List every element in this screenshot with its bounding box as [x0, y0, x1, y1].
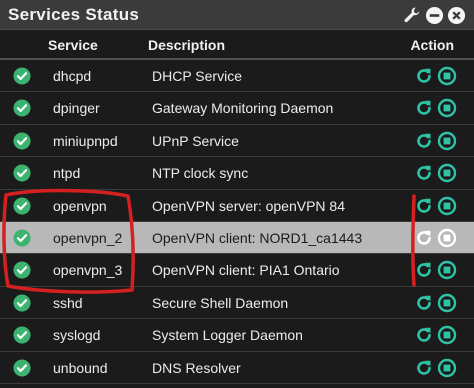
stop-icon[interactable]: [437, 293, 457, 313]
service-row-dhcpd: dhcpd DHCP Service: [0, 60, 474, 93]
service-actions: [414, 66, 457, 86]
service-row-openvpn_3: openvpn_3 OpenVPN client: PIA1 Ontario: [0, 254, 474, 287]
stop-icon[interactable]: [437, 163, 457, 183]
restart-icon[interactable]: [414, 228, 434, 248]
check-circle-icon: [13, 326, 31, 344]
service-row-openvpn: openvpn OpenVPN server: openVPN 84: [0, 190, 474, 222]
services-status-widget: Services Status Service Description Acti…: [0, 0, 474, 388]
service-description: Secure Shell Daemon: [152, 294, 289, 311]
column-header-service: Service: [48, 37, 98, 53]
service-name: unbound: [53, 359, 108, 376]
service-actions: [414, 293, 457, 313]
stop-icon[interactable]: [437, 228, 457, 248]
stop-icon[interactable]: [437, 358, 457, 378]
service-name: sshd: [53, 294, 83, 311]
check-circle-icon: [13, 99, 31, 117]
column-header-action: Action: [410, 37, 454, 53]
service-description: System Logger Daemon: [152, 327, 303, 344]
service-name: openvpn_3: [53, 262, 123, 279]
close-circle-icon[interactable]: [447, 6, 466, 25]
service-actions: [414, 358, 457, 378]
service-description: Gateway Monitoring Daemon: [152, 100, 334, 117]
service-actions: [414, 260, 457, 280]
service-actions: [414, 196, 457, 216]
restart-icon[interactable]: [414, 293, 434, 313]
stop-icon[interactable]: [437, 325, 457, 345]
service-row-ntpd: ntpd NTP clock sync: [0, 157, 474, 190]
check-circle-icon: [13, 229, 31, 247]
service-row-unbound: unbound DNS Resolver: [0, 352, 474, 384]
service-name: openvpn_2: [53, 229, 123, 246]
widget-title: Services Status: [8, 5, 140, 24]
check-circle-icon: [13, 132, 31, 150]
service-description: DNS Resolver: [152, 359, 241, 376]
restart-icon[interactable]: [414, 196, 434, 216]
stop-icon[interactable]: [437, 131, 457, 151]
restart-icon[interactable]: [414, 163, 434, 183]
service-actions: [414, 131, 457, 151]
service-row-miniupnpd: miniupnpd UPnP Service: [0, 125, 474, 158]
service-name: dpinger: [53, 100, 100, 117]
minus-circle-icon[interactable]: [425, 6, 444, 25]
stop-icon[interactable]: [437, 98, 457, 118]
service-name: miniupnpd: [53, 132, 118, 149]
stop-icon[interactable]: [437, 260, 457, 280]
check-circle-icon: [13, 294, 31, 312]
service-name: syslogd: [53, 327, 101, 344]
service-name: ntpd: [53, 165, 81, 182]
table-header: Service Description Action: [0, 30, 474, 60]
service-row-sshd: sshd Secure Shell Daemon: [0, 287, 474, 320]
restart-icon[interactable]: [414, 325, 434, 345]
wrench-icon[interactable]: [402, 5, 422, 25]
check-circle-icon: [13, 358, 31, 377]
column-header-description: Description: [148, 37, 226, 53]
service-description: OpenVPN client: NORD1_ca1443: [152, 229, 363, 246]
service-name: dhcpd: [53, 68, 92, 84]
service-actions: [414, 228, 457, 248]
stop-icon[interactable]: [437, 196, 457, 216]
service-description: NTP clock sync: [152, 165, 249, 182]
check-circle-icon: [13, 67, 31, 85]
check-circle-icon: [13, 261, 31, 279]
service-name: openvpn: [53, 197, 107, 214]
widget-titlebar: Services Status: [0, 0, 474, 30]
service-row-openvpn_2: openvpn_2 OpenVPN client: NORD1_ca1443: [0, 221, 474, 255]
restart-icon[interactable]: [414, 260, 434, 280]
check-circle-icon: [13, 164, 31, 182]
check-circle-icon: [13, 197, 31, 215]
restart-icon[interactable]: [414, 131, 434, 151]
restart-icon[interactable]: [414, 358, 434, 378]
service-actions: [414, 163, 457, 183]
service-description: UPnP Service: [152, 132, 239, 149]
stop-icon[interactable]: [437, 66, 457, 86]
service-actions: [414, 98, 457, 118]
widget-controls: [402, 5, 466, 25]
restart-icon[interactable]: [414, 98, 434, 118]
service-row-dpinger: dpinger Gateway Monitoring Daemon: [0, 92, 474, 125]
service-description: DHCP Service: [152, 68, 242, 84]
services-table-body: dhcpd DHCP Service dpinger Gateway Monitori…: [0, 60, 474, 384]
restart-icon[interactable]: [414, 66, 434, 86]
service-actions: [414, 325, 457, 345]
service-description: OpenVPN client: PIA1 Ontario: [152, 262, 340, 279]
service-row-syslogd: syslogd System Logger Daemon: [0, 319, 474, 352]
service-description: OpenVPN server: openVPN 84: [152, 197, 345, 214]
